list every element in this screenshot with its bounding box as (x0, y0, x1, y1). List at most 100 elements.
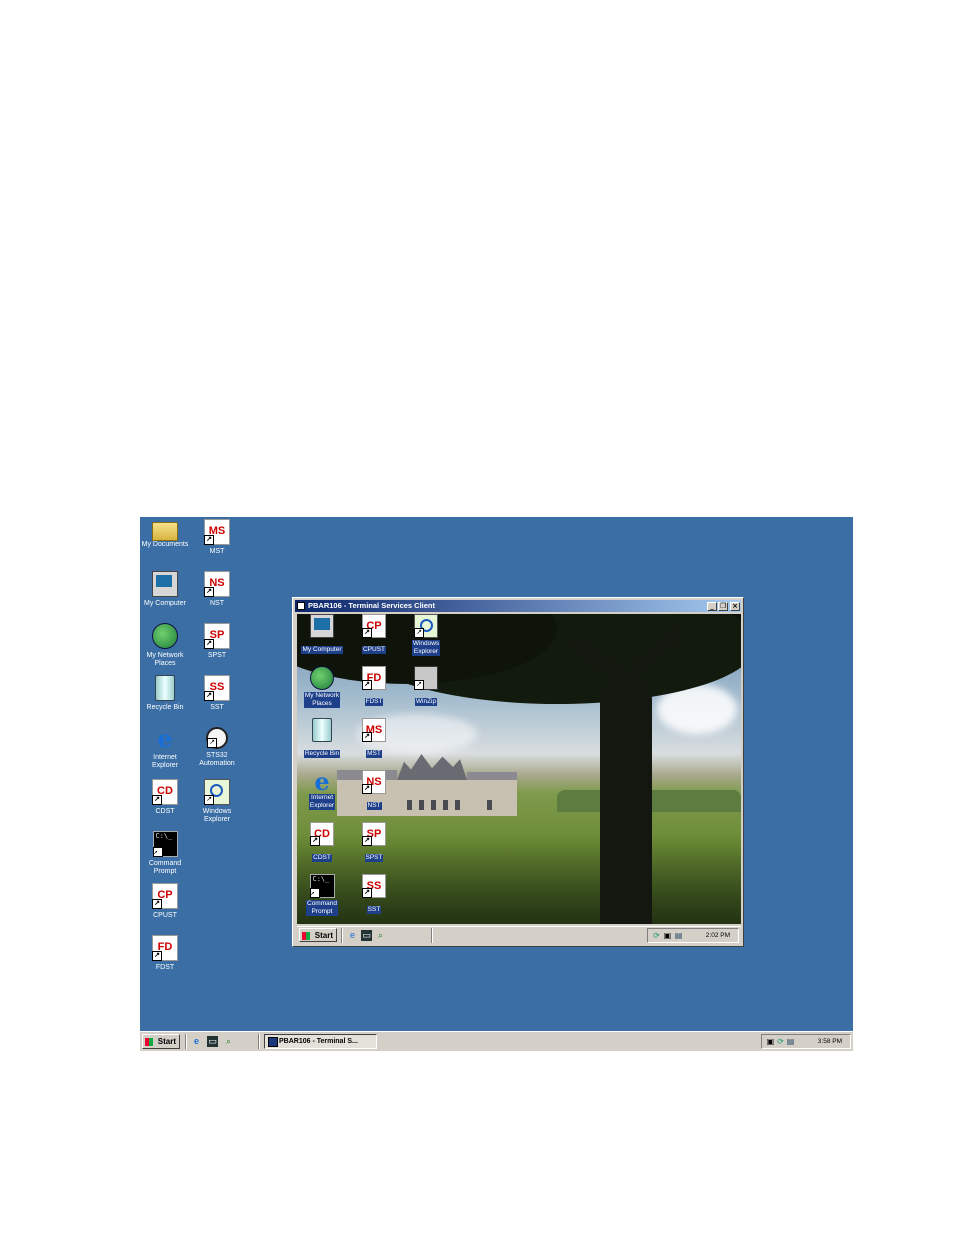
remote-icon-sst[interactable]: SS SST (351, 874, 397, 916)
network-icon (152, 623, 178, 649)
network-icon (310, 666, 334, 690)
cpust-icon: CP (152, 883, 178, 909)
network-tray-icon[interactable]: ⟳ (652, 931, 661, 940)
clock[interactable]: 3:58 PM (818, 1035, 842, 1048)
remote-desktop[interactable]: My Computer My Network Places Recycle Bin… (297, 614, 741, 924)
window-title-bar[interactable]: PBAR106 - Terminal Services Client _ ❐ × (295, 600, 741, 612)
icon-label: My Network Places (146, 652, 184, 667)
desktop-icon-cdst[interactable]: CD CDST (140, 779, 190, 816)
taskbar-separator (185, 1034, 187, 1049)
monitor-tray-icon[interactable]: ▤ (786, 1037, 795, 1046)
remote-icon-windows-explorer[interactable]: WindowsExplorer (403, 614, 449, 658)
spst-icon: SP (204, 623, 230, 649)
wallpaper-tree-trunk (600, 674, 652, 924)
computer-icon (152, 571, 178, 597)
close-button[interactable]: × (730, 602, 740, 611)
icon-label: SPST (364, 854, 384, 862)
taskbar-separator (341, 928, 343, 943)
computer-icon (310, 614, 334, 638)
desktop-icon-recycle-bin[interactable]: Recycle Bin (140, 675, 190, 712)
icon-label: FDST (155, 964, 175, 971)
restore-button[interactable]: ❐ (718, 602, 728, 611)
icon-label: WinZip (414, 698, 438, 706)
icon-label: My Documents (141, 541, 189, 548)
volume-tray-icon[interactable]: ▣ (663, 931, 672, 940)
icon-label: NST (366, 802, 382, 810)
fdst-icon: FD (152, 935, 178, 961)
terminal-services-window[interactable]: PBAR106 - Terminal Services Client _ ❐ × (292, 597, 744, 947)
icon-label: CPUST (153, 912, 177, 919)
icon-label: Command Prompt (306, 900, 338, 916)
remote-start-button[interactable]: Start (299, 928, 337, 942)
taskbar-separator (431, 928, 433, 943)
command-prompt-icon: C:\_ (152, 831, 178, 857)
remote-icon-cdst[interactable]: CD CDST (299, 822, 345, 864)
remote-icon-winzip[interactable]: WinZip (403, 666, 449, 708)
desktop-icon-nst[interactable]: NS NST (192, 571, 242, 608)
remote-icon-fdst[interactable]: FD FDST (351, 666, 397, 708)
desktop-icon[interactable]: ▭ (361, 930, 372, 941)
icon-label: MST (209, 548, 225, 555)
remote-icon-spst[interactable]: SP SPST (351, 822, 397, 864)
desktop-icon-fdst[interactable]: FD FDST (140, 935, 190, 972)
desktop-icon-mst[interactable]: MS MST (192, 519, 242, 556)
windows-explorer-icon (204, 779, 230, 805)
start-button[interactable]: Start (142, 1034, 180, 1049)
remote-icon-recycle-bin[interactable]: Recycle Bin (299, 718, 345, 760)
mst-icon: MS (204, 519, 230, 545)
icon-label: SST (366, 906, 382, 914)
desktop-icon-my-documents[interactable]: My Documents (140, 519, 190, 549)
internet-explorer-icon[interactable]: e (347, 930, 358, 941)
minimize-button[interactable]: _ (707, 602, 717, 611)
remote-icon-internet-explorer[interactable]: e Internet Explorer (299, 770, 345, 812)
recycle-bin-icon (155, 675, 175, 701)
remote-icon-my-computer[interactable]: My Computer (299, 614, 345, 656)
cpust-icon: CP (362, 614, 386, 638)
stopwatch-icon (206, 727, 228, 749)
windows-logo-icon (145, 1038, 153, 1046)
desktop-icon-sst[interactable]: SS SST (192, 675, 242, 712)
remote-clock[interactable]: 2:02 PM (706, 929, 730, 942)
window-title: PBAR106 - Terminal Services Client (308, 601, 435, 610)
internet-explorer-icon: e (314, 767, 330, 796)
taskbar: Start e ▭ ⌕ PBAR106 - Terminal S... ▣ ⟳ … (140, 1031, 853, 1051)
remote-icon-mst[interactable]: MS MST (351, 718, 397, 760)
nst-icon: NS (204, 571, 230, 597)
desktop-icon-windows-explorer[interactable]: WindowsExplorer (192, 779, 242, 824)
desktop-icon-sts32-automation[interactable]: STS32Automation (192, 727, 242, 768)
spst-icon: SP (362, 822, 386, 846)
monitor-tray-icon[interactable]: ▤ (674, 931, 683, 940)
remote-icon-my-network-places[interactable]: My Network Places (299, 666, 345, 710)
system-tray: ▣ ⟳ ▤ 3:58 PM (761, 1034, 851, 1049)
icon-label: Windows Explorer (202, 808, 232, 823)
remote-icon-cpust[interactable]: CP CPUST (351, 614, 397, 656)
icon-label: Command Prompt (148, 860, 182, 875)
icon-label: CPUST (361, 646, 387, 654)
icon-label: My Computer (143, 600, 186, 607)
desktop-icon-my-network-places[interactable]: My Network Places (140, 623, 190, 668)
task-button-terminal-services[interactable]: PBAR106 - Terminal S... (264, 1034, 377, 1049)
network-tray-icon[interactable]: ▣ (766, 1037, 775, 1046)
desktop-icon-my-computer[interactable]: My Computer (140, 571, 190, 608)
remote-icon-nst[interactable]: NS NST (351, 770, 397, 812)
cdst-icon: CD (310, 822, 334, 846)
desktop-icon[interactable]: ▭ (207, 1036, 218, 1047)
fdst-icon: FD (362, 666, 386, 690)
internet-explorer-icon[interactable]: e (191, 1036, 202, 1047)
volume-tray-icon[interactable]: ⟳ (776, 1037, 785, 1046)
icon-label: SST (210, 704, 224, 711)
icon-label: STS32 Automation (199, 752, 235, 767)
explorer-icon[interactable]: ⌕ (223, 1036, 234, 1047)
explorer-icon[interactable]: ⌕ (375, 930, 386, 941)
icon-label: Recycle Bin (303, 750, 341, 758)
desktop-icon-cpust[interactable]: CP CPUST (140, 883, 190, 920)
nst-icon: NS (362, 770, 386, 794)
sst-icon: SS (362, 874, 386, 898)
desktop-icon-internet-explorer[interactable]: e Internet Explorer (140, 727, 190, 770)
desktop-icon-spst[interactable]: SP SPST (192, 623, 242, 660)
remote-icon-command-prompt[interactable]: C:\_ CommandPrompt (299, 874, 345, 918)
remote-taskbar: Start e ▭ ⌕ ⟳ ▣ ▤ 2:02 PM (297, 926, 741, 944)
desktop-icon-command-prompt[interactable]: C:\_ CommandPrompt (140, 831, 190, 876)
desktop: My Documents My Computer My Network Place… (140, 517, 853, 1051)
command-prompt-icon: C:\_ (309, 874, 335, 898)
